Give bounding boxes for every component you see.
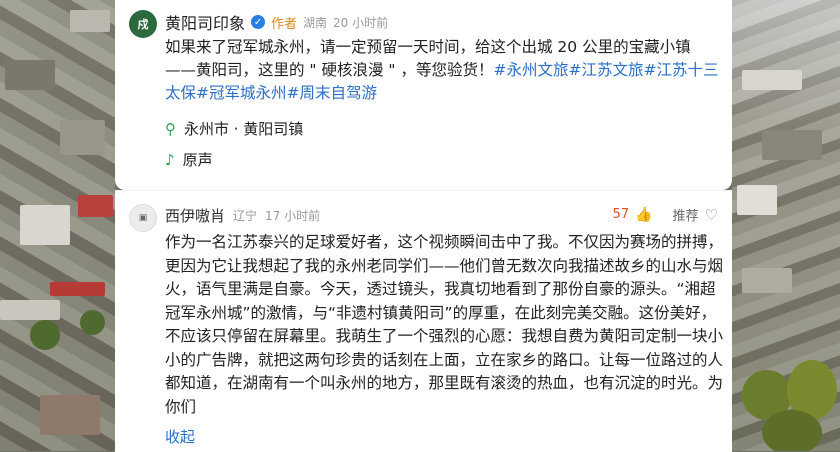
thumb-up-icon[interactable]: 👍 xyxy=(635,207,652,223)
post-text: 如果来了冠军城永州，请一定预留一天时间，给这个出城 20 公里的宝藏小镇——黄阳… xyxy=(165,36,720,105)
author-name[interactable]: 黄阳司印象 xyxy=(165,10,245,34)
comment-text: 作为一名江苏泰兴的足球爱好者，这个视频瞬间击中了我。不仅因为赛场的拼搏，更因为它… xyxy=(165,233,724,416)
comment-header: 西伊嗷肖 辽宁 17 小时前 xyxy=(165,205,320,226)
post-region: 湖南 xyxy=(303,15,328,30)
comment-time: 17 小时前 xyxy=(265,209,321,223)
like-count: 57 xyxy=(612,207,630,222)
heart-outline-icon[interactable]: ♡ xyxy=(705,206,718,224)
author-avatar[interactable]: 戍 xyxy=(129,10,157,38)
location-link[interactable]: ⚲ 永州市 · 黄阳司镇 xyxy=(165,118,303,139)
comment-region: 辽宁 xyxy=(233,209,258,223)
hashtag-link[interactable]: #永州文旅 xyxy=(493,61,568,79)
recommend-label[interactable]: 推荐 xyxy=(673,205,699,224)
location-label: 永州市 · 黄阳司镇 xyxy=(184,120,304,138)
post-time: 20 小时前 xyxy=(333,15,389,30)
hashtag-link[interactable]: #冠军城永州 xyxy=(196,84,287,102)
commenter-avatar[interactable]: ▣ xyxy=(129,204,157,232)
music-note-icon: ♪ xyxy=(165,150,175,169)
background-right xyxy=(732,0,840,451)
location-pin-icon: ⚲ xyxy=(165,119,176,138)
comment-item: ▣ 西伊嗷肖 辽宁 17 小时前 57 👍 推荐 ♡ 作为一名江苏泰兴的足球爱好… xyxy=(115,190,732,452)
sound-label: 原声 xyxy=(182,151,213,169)
sound-link[interactable]: ♪ 原声 xyxy=(165,149,213,170)
post-header: 黄阳司印象 ✓ 作者 湖南 20 小时前 xyxy=(165,10,388,34)
background-left xyxy=(0,0,115,451)
post-card: 戍 黄阳司印象 ✓ 作者 湖南 20 小时前 如果来了冠军城永州，请一定预留一天… xyxy=(115,0,732,190)
commenter-name[interactable]: 西伊嗷肖 xyxy=(165,205,225,226)
collapse-link[interactable]: 收起 xyxy=(165,426,195,447)
verified-badge-icon: ✓ xyxy=(251,15,266,29)
author-tag: 作者 xyxy=(271,16,298,32)
comment-actions: 57 👍 推荐 ♡ xyxy=(612,205,718,225)
hashtag-link[interactable]: #周末自驾游 xyxy=(287,84,378,102)
hashtag-link[interactable]: #江苏文旅 xyxy=(568,61,643,79)
